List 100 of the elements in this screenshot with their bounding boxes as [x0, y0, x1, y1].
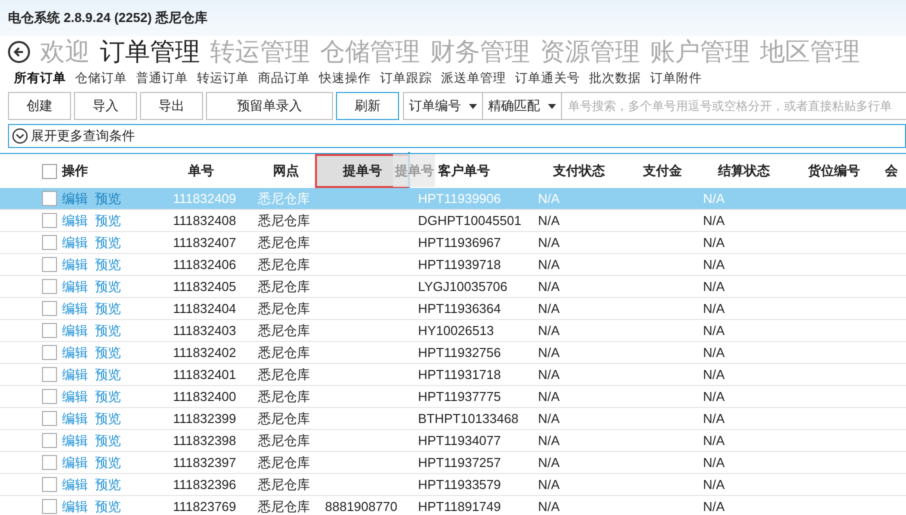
subnav-tab[interactable]: 批次数据	[589, 68, 641, 88]
toolbar-button[interactable]: 预留单录入	[206, 92, 333, 120]
table-cell: 111832398	[173, 432, 236, 448]
row-action-link[interactable]: 预览	[95, 386, 121, 406]
toolbar-button[interactable]: 刷新	[336, 92, 399, 120]
checkbox[interactable]	[42, 301, 57, 316]
checkbox[interactable]	[42, 389, 57, 404]
checkbox[interactable]	[42, 257, 57, 272]
row-action-link[interactable]: 预览	[95, 232, 121, 252]
table-cell: N/A	[703, 300, 725, 316]
column-header[interactable]: 单号	[188, 161, 214, 181]
column-header[interactable]: 货位编号	[808, 161, 860, 181]
row-action-link[interactable]: 编辑	[62, 254, 88, 274]
table-row[interactable]: 编辑 预览 111832404 悉尼仓库 HPT11936364 N/A N/A	[0, 298, 906, 320]
toolbar-button[interactable]: 导入	[74, 92, 137, 120]
subnav-tab[interactable]: 派送单管理	[441, 68, 506, 88]
row-action-link[interactable]: 编辑	[62, 342, 88, 362]
table-row[interactable]: 编辑 预览 111832398 悉尼仓库 HPT11934077 N/A N/A	[0, 430, 906, 452]
row-action-link[interactable]: 编辑	[62, 210, 88, 230]
column-header[interactable]: 操作	[62, 161, 88, 181]
checkbox[interactable]	[42, 164, 57, 178]
search-field[interactable]: 单号搜索，多个单号用逗号或空格分开，或者直接粘贴多行单	[562, 92, 906, 120]
row-action-link[interactable]: 预览	[95, 452, 121, 472]
subnav-tab[interactable]: 订单跟踪	[380, 68, 432, 88]
table-row[interactable]: 编辑 预览 111832403 悉尼仓库 HY10026513 N/A N/A	[0, 320, 906, 342]
checkbox[interactable]	[42, 345, 57, 360]
table-row[interactable]: 编辑 预览 111832397 悉尼仓库 HPT11937257 N/A N/A	[0, 452, 906, 474]
table-cell: N/A	[538, 432, 560, 448]
checkbox[interactable]	[42, 235, 57, 250]
checkbox[interactable]	[42, 433, 57, 448]
toolbar-button[interactable]: 导出	[140, 92, 203, 120]
field-select[interactable]: 订单编号	[403, 92, 483, 120]
subnav-tab[interactable]: 仓储订单	[75, 68, 127, 88]
subnav-tab[interactable]: 普通订单	[136, 68, 188, 88]
checkbox[interactable]	[42, 499, 57, 514]
table-cell: N/A	[538, 498, 560, 514]
row-action-link[interactable]: 编辑	[62, 276, 88, 296]
column-header[interactable]: 结算状态	[718, 161, 770, 181]
table-cell: 悉尼仓库	[258, 212, 310, 228]
table-row[interactable]: 编辑 预览 111832401 悉尼仓库 HPT11931718 N/A N/A	[0, 364, 906, 386]
row-action-link[interactable]: 编辑	[62, 496, 88, 515]
checkbox[interactable]	[42, 455, 57, 470]
table-row[interactable]: 编辑 预览 111832399 悉尼仓库 BTHPT10133468 N/A N/A	[0, 408, 906, 430]
row-action-link[interactable]: 预览	[95, 496, 121, 515]
table-cell: 悉尼仓库	[258, 300, 310, 316]
checkbox[interactable]	[42, 477, 57, 492]
row-action-link[interactable]: 编辑	[62, 232, 88, 252]
subnav-tab[interactable]: 快速操作	[319, 68, 371, 88]
row-action-link[interactable]: 预览	[95, 430, 121, 450]
checkbox[interactable]	[42, 279, 57, 294]
subnav-tab[interactable]: 所有订单	[14, 68, 66, 88]
table-row[interactable]: 编辑 预览 111832396 悉尼仓库 HPT11933579 N/A N/A	[0, 474, 906, 496]
row-action-link[interactable]: 预览	[95, 364, 121, 384]
table-row[interactable]: 编辑 预览 111832407 悉尼仓库 HPT11936967 N/A N/A	[0, 232, 906, 254]
nav-tab[interactable]: 订单管理	[100, 40, 200, 64]
row-action-link[interactable]: 编辑	[62, 408, 88, 428]
subnav-tab[interactable]: 订单通关号	[515, 68, 580, 88]
table-cell: BTHPT10133468	[418, 410, 518, 426]
row-action-link[interactable]: 编辑	[62, 474, 88, 494]
table-cell: HPT11891749	[418, 498, 501, 514]
back-button[interactable]	[8, 41, 30, 63]
subnav-tab[interactable]: 转运订单	[197, 68, 249, 88]
table-row[interactable]: 编辑 预览 111832402 悉尼仓库 HPT11932756 N/A N/A	[0, 342, 906, 364]
table-cell: 悉尼仓库	[258, 432, 310, 448]
row-action-link[interactable]: 预览	[95, 320, 121, 340]
row-action-link[interactable]: 编辑	[62, 298, 88, 318]
row-action-link[interactable]: 预览	[95, 210, 121, 230]
row-action-link[interactable]: 预览	[95, 408, 121, 428]
table-cell: HPT11937775	[418, 388, 501, 404]
table-cell: N/A	[703, 476, 725, 492]
checkbox[interactable]	[42, 323, 57, 338]
row-action-link[interactable]: 预览	[95, 342, 121, 362]
row-action-link[interactable]: 预览	[95, 254, 121, 274]
row-action-link[interactable]: 预览	[95, 474, 121, 494]
table-row[interactable]: 编辑 预览 111832408 悉尼仓库 DGHPT10045501 N/A N/A	[0, 210, 906, 232]
column-header[interactable]: 客户单号	[438, 161, 490, 181]
row-action-link[interactable]: 预览	[95, 276, 121, 296]
row-action-link[interactable]: 编辑	[62, 320, 88, 340]
table-row[interactable]: 编辑 预览 111832405 悉尼仓库 LYGJ10035706 N/A N/A	[0, 276, 906, 298]
expand-bar[interactable]: 展开更多查询条件	[8, 124, 906, 148]
table-cell: 111832408	[173, 212, 236, 228]
row-action-link[interactable]: 编辑	[62, 430, 88, 450]
subnav-tab[interactable]: 订单附件	[650, 68, 702, 88]
checkbox[interactable]	[42, 367, 57, 382]
row-action-link[interactable]: 编辑	[62, 386, 88, 406]
column-header[interactable]: 支付金	[643, 161, 682, 181]
table-row[interactable]: 编辑 预览 111832406 悉尼仓库 HPT11939718 N/A N/A	[0, 254, 906, 276]
column-header[interactable]: 网点	[273, 161, 299, 181]
checkbox[interactable]	[42, 213, 57, 228]
checkbox[interactable]	[42, 411, 57, 426]
column-header[interactable]: 会	[885, 161, 898, 181]
toolbar-button[interactable]: 创建	[8, 92, 71, 120]
expand-label: 展开更多查询条件	[31, 127, 135, 146]
table-row[interactable]: 编辑 预览 111832400 悉尼仓库 HPT11937775 N/A N/A	[0, 386, 906, 408]
checkbox[interactable]	[42, 191, 57, 206]
row-action-link[interactable]: 预览	[95, 298, 121, 318]
column-header[interactable]: 支付状态	[553, 161, 605, 181]
subnav-tab[interactable]: 商品订单	[258, 68, 310, 88]
row-action-link[interactable]: 编辑	[62, 364, 88, 384]
row-action-link[interactable]: 编辑	[62, 452, 88, 472]
